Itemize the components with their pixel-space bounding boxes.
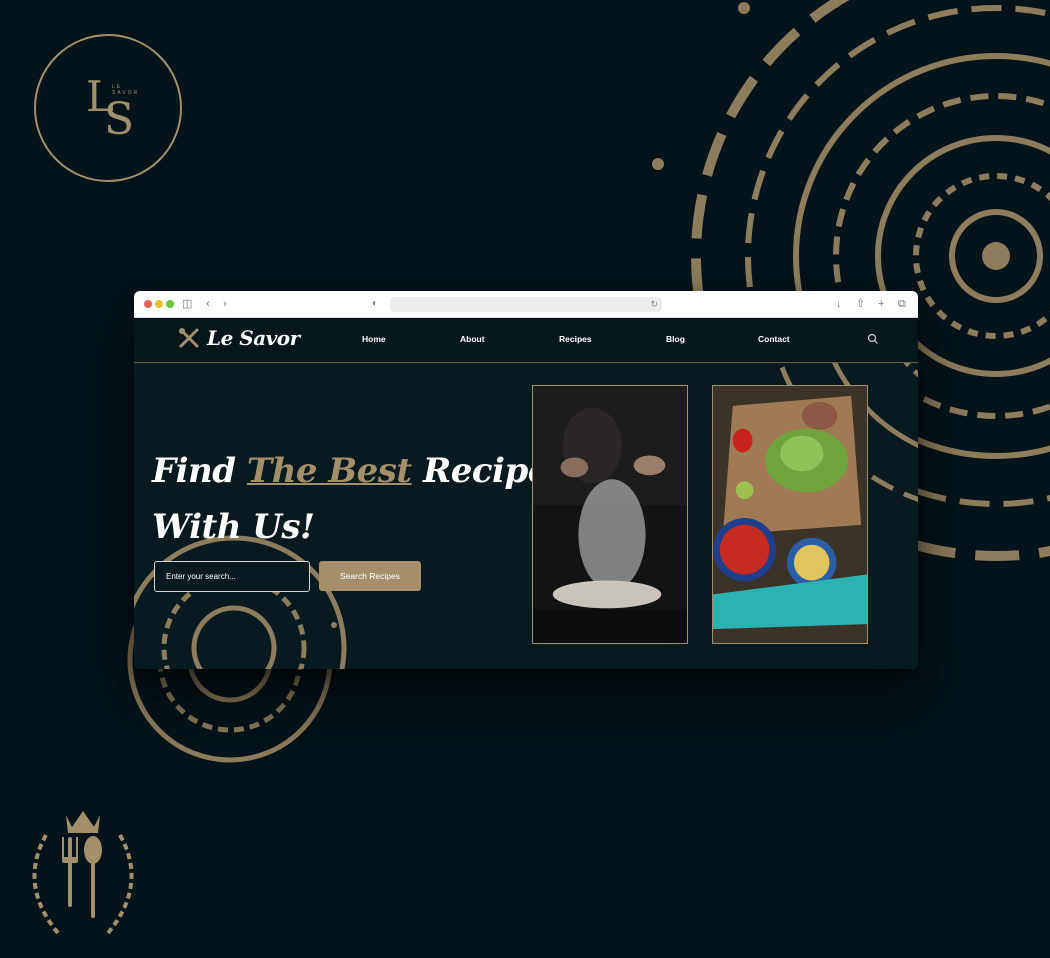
brand-name: Le Savor <box>207 326 300 350</box>
minimize-window-button[interactable] <box>155 300 163 308</box>
download-icon[interactable]: ↓ <box>836 297 842 311</box>
hero-title-line2: With Us! <box>152 507 315 547</box>
tab-overview-icon[interactable]: ⧉ <box>898 297 906 311</box>
browser-toolbar: ◫ ‹ › ◐ ↻ ↓ ⇧ + ⧉ <box>134 291 918 318</box>
nav-link-recipes[interactable]: Recipes <box>559 334 592 344</box>
recipe-search-input[interactable] <box>154 561 310 592</box>
monogram-letter-s: S <box>104 94 135 145</box>
nav-link-home[interactable]: Home <box>362 334 386 344</box>
browser-window: ◫ ‹ › ◐ ↻ ↓ ⇧ + ⧉ Le Savor Home About Re… <box>134 291 918 669</box>
site-brand[interactable]: Le Savor <box>178 326 300 350</box>
hero-title: Find The Best Recipes With Us! <box>152 443 568 555</box>
website-viewport: Le Savor Home About Recipes Blog Contact… <box>134 318 918 669</box>
reload-icon[interactable]: ↻ <box>650 297 658 312</box>
close-window-button[interactable] <box>144 300 152 308</box>
search-icon[interactable] <box>867 333 879 345</box>
maximize-window-button[interactable] <box>166 300 174 308</box>
salad-preparation-photo <box>712 385 868 644</box>
site-navigation: Le Savor Home About Recipes Blog Contact <box>134 318 918 363</box>
address-bar[interactable]: ↻ <box>390 297 662 312</box>
forward-arrow-icon[interactable]: › <box>223 297 227 311</box>
crown-cutlery-crest <box>32 811 134 935</box>
back-arrow-icon[interactable]: ‹ <box>206 297 210 311</box>
nav-link-blog[interactable]: Blog <box>666 334 685 344</box>
nav-link-about[interactable]: About <box>460 334 485 344</box>
hero-title-accent: The Best <box>246 451 412 491</box>
le-savor-monogram-logo: L LE SAVOR S <box>34 34 182 182</box>
sidebar-toggle-icon[interactable]: ◫ <box>182 297 192 311</box>
shield-icon: ◐ <box>372 298 379 309</box>
share-icon[interactable]: ⇧ <box>856 297 865 311</box>
flour-dusting-photo <box>532 385 688 644</box>
crossed-utensils-icon <box>179 328 199 348</box>
hero-title-find: Find <box>152 451 236 491</box>
nav-link-contact[interactable]: Contact <box>758 334 790 344</box>
new-tab-icon[interactable]: + <box>878 297 884 311</box>
search-recipes-button[interactable]: Search Recipes <box>319 561 421 591</box>
